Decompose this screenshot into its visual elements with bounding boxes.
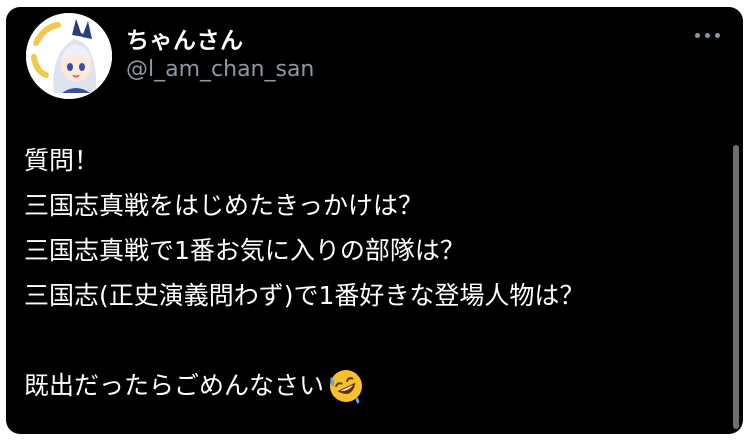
tweet-line: 三国志真戦で1番お気に入りの部隊は？	[24, 236, 465, 265]
scrollbar-thumb[interactable]	[733, 145, 739, 429]
tweet-line: 三国志(正史演義問わず)で1番好きな登場人物は？	[24, 281, 585, 310]
anime-girl-avatar-icon	[26, 13, 112, 99]
avatar[interactable]	[26, 13, 112, 99]
display-name[interactable]: ちゃんさん	[126, 21, 244, 55]
more-icon-dot	[704, 32, 710, 38]
tweet-line-last: 既出だったらごめんなさい	[24, 363, 714, 408]
tweet-line: 三国志真戦をはじめたきっかけは？	[24, 191, 424, 220]
scrollbar[interactable]	[733, 145, 740, 429]
user-handle[interactable]: @l_am_chan_san	[126, 57, 314, 82]
tweet-text: 質問！ 三国志真戦をはじめたきっかけは？ 三国志真戦で1番お気に入りの部隊は？ …	[24, 138, 714, 408]
more-horizontal-icon	[694, 32, 700, 38]
more-icon-dot	[714, 32, 720, 38]
tweet-card: ちゃんさん @l_am_chan_san 質問！ 三国志真戦をはじめたきっかけは…	[6, 7, 743, 434]
tweet-line: 質問！	[24, 146, 100, 175]
more-options-button[interactable]	[689, 23, 725, 47]
rolling-on-floor-laughing-emoji	[330, 369, 363, 404]
tweet-line-text: 既出だったらごめんなさい	[24, 371, 325, 400]
